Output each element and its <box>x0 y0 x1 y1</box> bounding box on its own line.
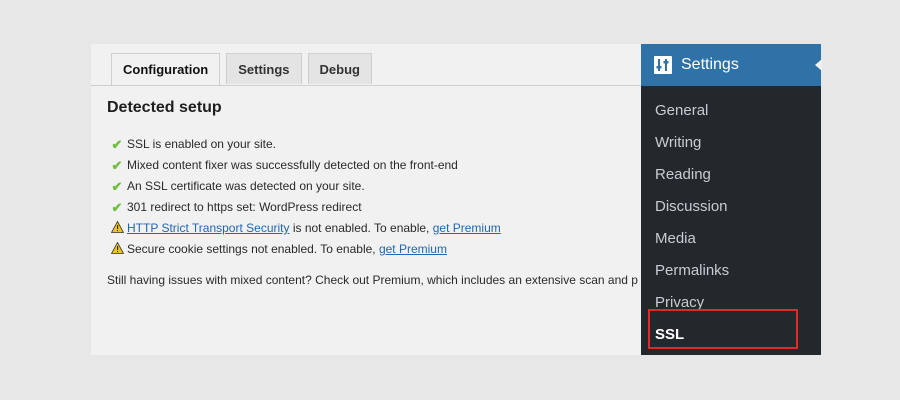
warning-text: is not enabled. To enable, <box>289 221 433 235</box>
warning-icon <box>110 218 124 239</box>
detected-setup-list: ✔ SSL is enabled on your site. ✔ Mixed c… <box>110 134 501 260</box>
tab-configuration[interactable]: Configuration <box>111 53 221 86</box>
get-premium-link[interactable]: get Premium <box>379 239 447 260</box>
warning-icon <box>110 239 124 260</box>
sidebar-item-writing[interactable]: Writing <box>641 127 821 159</box>
check-text: Mixed content fixer was successfully det… <box>127 158 458 172</box>
warning-text: Secure cookie settings not enabled. To e… <box>127 242 379 256</box>
tab-debug[interactable]: Debug <box>307 53 372 84</box>
check-icon: ✔ <box>111 179 123 194</box>
tab-bar: Configuration Settings Debug <box>111 53 372 86</box>
sidebar-item-permalinks[interactable]: Permalinks <box>641 255 821 287</box>
sidebar-item-discussion[interactable]: Discussion <box>641 191 821 223</box>
list-item: HTTP Strict Transport Security is not en… <box>110 218 501 239</box>
list-item: ✔ An SSL certificate was detected on you… <box>110 176 501 197</box>
check-icon: ✔ <box>111 158 123 173</box>
check-text: An SSL certificate was detected on your … <box>127 179 365 193</box>
check-icon: ✔ <box>111 200 123 215</box>
list-item: ✔ 301 redirect to https set: WordPress r… <box>110 197 501 218</box>
ssl-highlight-box <box>648 309 798 349</box>
tab-settings[interactable]: Settings <box>226 53 302 84</box>
settings-menu-header[interactable]: Settings <box>641 44 822 86</box>
hsts-link[interactable]: HTTP Strict Transport Security <box>127 218 290 239</box>
mixed-content-note: Still having issues with mixed content? … <box>107 273 638 287</box>
check-text: 301 redirect to https set: WordPress red… <box>127 200 362 214</box>
get-premium-link[interactable]: get Premium <box>433 218 501 239</box>
sidebar-item-general[interactable]: General <box>641 95 821 127</box>
list-item: ✔ Mixed content fixer was successfully d… <box>110 155 501 176</box>
current-menu-arrow-icon <box>815 59 822 71</box>
check-text: SSL is enabled on your site. <box>127 137 276 151</box>
settings-sliders-icon <box>654 56 672 74</box>
list-item: ✔ SSL is enabled on your site. <box>110 134 501 155</box>
section-heading: Detected setup <box>107 99 222 116</box>
sidebar-item-reading[interactable]: Reading <box>641 159 821 191</box>
sidebar-item-media[interactable]: Media <box>641 223 821 255</box>
check-icon: ✔ <box>111 137 123 152</box>
settings-menu-title: Settings <box>681 56 739 73</box>
list-item: Secure cookie settings not enabled. To e… <box>110 239 501 260</box>
